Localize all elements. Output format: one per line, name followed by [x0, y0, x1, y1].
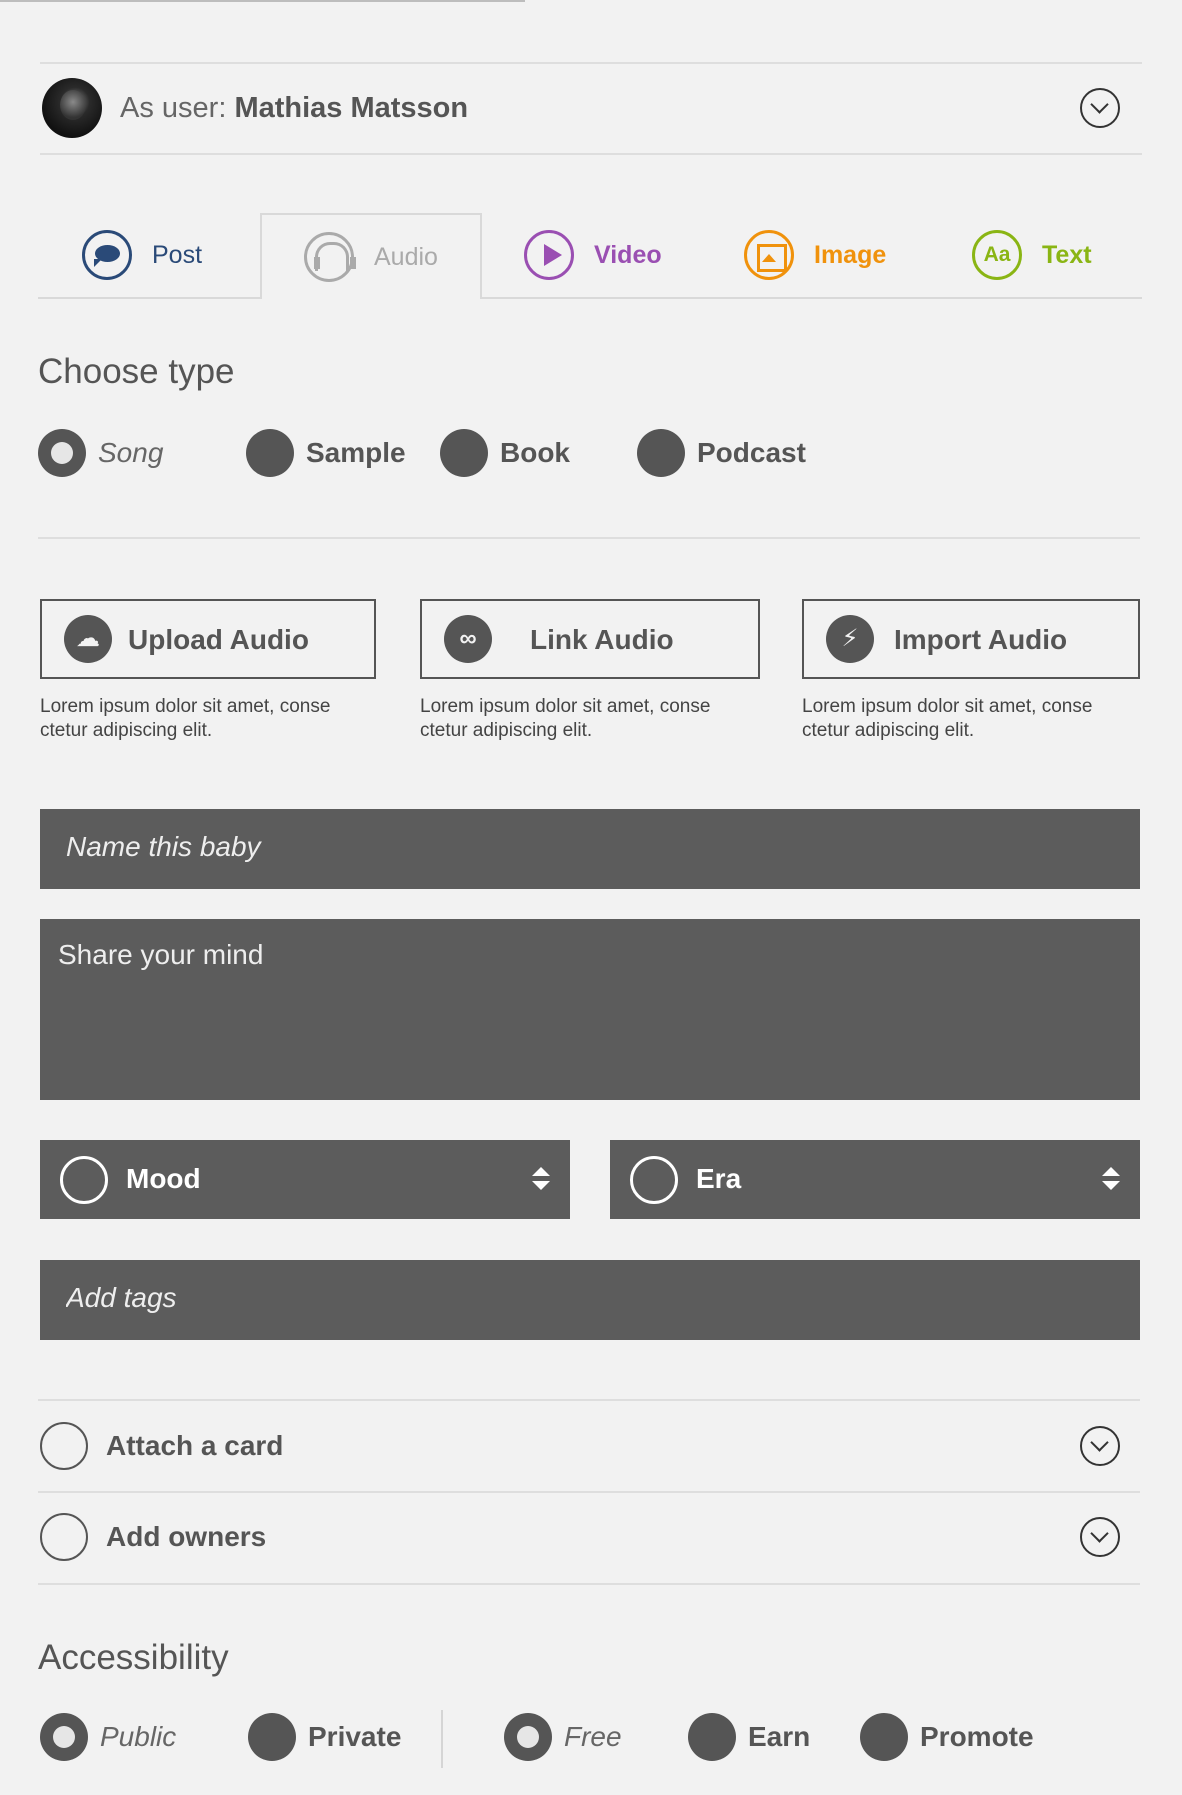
import-audio-label: Import Audio: [894, 624, 1068, 655]
users-icon: [40, 1513, 88, 1561]
divider: [38, 1583, 1140, 1585]
chat-bubble-icon: [82, 230, 132, 280]
name-field[interactable]: [40, 809, 1140, 889]
radio-promote[interactable]: Promote: [860, 1713, 1034, 1761]
tab-image[interactable]: Image: [744, 213, 886, 297]
chevron-down-icon[interactable]: [1080, 1426, 1120, 1466]
radio-dot: [860, 1713, 908, 1761]
headphones-icon: [304, 232, 356, 282]
add-owners-section[interactable]: Add owners: [40, 1491, 1142, 1581]
radio-label: Free: [564, 1721, 622, 1752]
radio-earn[interactable]: Earn: [688, 1713, 810, 1761]
radio-dot: [38, 429, 86, 477]
chevron-down-icon[interactable]: [1080, 88, 1120, 128]
sort-arrows-icon: [532, 1167, 550, 1193]
tab-post[interactable]: Post: [82, 213, 202, 297]
radio-sample[interactable]: Sample: [246, 429, 406, 477]
theater-masks-icon: [60, 1156, 108, 1204]
radio-label: Song: [98, 437, 164, 468]
plug-icon: ⚡: [826, 615, 874, 663]
share-mind-field[interactable]: [40, 919, 1140, 1100]
link-audio-description: Lorem ipsum dolor sit amet, conse ctetur…: [420, 696, 711, 741]
mood-label: Mood: [126, 1163, 201, 1194]
chevron-down-icon[interactable]: [1080, 1517, 1120, 1557]
radio-free[interactable]: Free: [504, 1713, 622, 1761]
link-audio-option: ∞ Link Audio Lorem ipsum dolor sit amet,…: [420, 599, 760, 743]
era-select[interactable]: Era: [610, 1140, 1140, 1219]
radio-label: Earn: [748, 1721, 811, 1752]
post-type-tabs: Post Audio Video Image Aa Text: [38, 213, 1142, 299]
radio-dot: [40, 1713, 88, 1761]
upload-audio-label: Upload Audio: [128, 624, 309, 655]
radio-dot: [248, 1713, 296, 1761]
name-input[interactable]: [66, 831, 1114, 863]
share-mind-textarea[interactable]: [58, 939, 1122, 1079]
tab-audio[interactable]: Audio: [260, 213, 482, 299]
top-progress-line: [0, 0, 525, 2]
accessibility-title: Accessibility: [38, 1638, 229, 1677]
radio-label: Book: [500, 437, 570, 468]
radio-dot: [440, 429, 488, 477]
user-label: As user: Mathias Matsson: [120, 92, 468, 125]
tab-label-image: Image: [814, 240, 887, 269]
link-audio-button[interactable]: ∞ Link Audio: [420, 599, 760, 679]
tab-label-audio: Audio: [374, 242, 438, 271]
radio-dot: [637, 429, 685, 477]
import-audio-description: Lorem ipsum dolor sit amet, conse ctetur…: [802, 696, 1093, 741]
link-icon: ∞: [444, 615, 492, 663]
user-selector[interactable]: As user: Mathias Matsson: [40, 62, 1142, 155]
radio-book[interactable]: Book: [440, 429, 570, 477]
clock-icon: [630, 1156, 678, 1204]
tab-label-post: Post: [152, 240, 203, 269]
radio-public[interactable]: Public: [40, 1713, 176, 1761]
radio-dot: [246, 429, 294, 477]
upload-audio-option: ☁ Upload Audio Lorem ipsum dolor sit ame…: [40, 599, 376, 743]
tags-input[interactable]: [66, 1282, 1114, 1314]
tab-text[interactable]: Aa Text: [972, 213, 1092, 297]
tab-video[interactable]: Video: [524, 213, 662, 297]
text-aa-icon: Aa: [972, 230, 1022, 280]
paperclip-icon: [40, 1422, 88, 1470]
mood-select[interactable]: Mood: [40, 1140, 570, 1219]
user-name: Mathias Matsson: [234, 92, 469, 124]
image-icon: [744, 230, 794, 280]
radio-label: Promote: [920, 1721, 1034, 1752]
radio-group-separator: [441, 1710, 443, 1768]
radio-song[interactable]: Song: [38, 429, 163, 477]
radio-private[interactable]: Private: [248, 1713, 401, 1761]
radio-dot: [504, 1713, 552, 1761]
import-audio-button[interactable]: ⚡ Import Audio: [802, 599, 1140, 679]
radio-label: Sample: [306, 437, 406, 468]
divider: [38, 537, 1140, 539]
radio-podcast[interactable]: Podcast: [637, 429, 806, 477]
import-audio-option: ⚡ Import Audio Lorem ipsum dolor sit ame…: [802, 599, 1140, 743]
tags-field[interactable]: [40, 1260, 1140, 1340]
avatar: [42, 78, 102, 138]
upload-audio-button[interactable]: ☁ Upload Audio: [40, 599, 376, 679]
link-audio-label: Link Audio: [530, 624, 674, 655]
upload-audio-description: Lorem ipsum dolor sit amet, conse ctetur…: [40, 696, 331, 741]
era-label: Era: [696, 1163, 742, 1194]
tab-label-text: Text: [1042, 240, 1092, 269]
sort-arrows-icon: [1102, 1167, 1120, 1193]
attach-card-label: Attach a card: [106, 1430, 284, 1461]
user-prefix: As user:: [120, 92, 235, 124]
radio-dot: [688, 1713, 736, 1761]
tab-label-video: Video: [594, 240, 662, 269]
add-owners-label: Add owners: [106, 1521, 267, 1552]
attach-card-section[interactable]: Attach a card: [40, 1400, 1142, 1490]
radio-label: Private: [308, 1721, 402, 1752]
play-icon: [524, 230, 574, 280]
radio-label: Public: [100, 1721, 177, 1752]
radio-label: Podcast: [697, 437, 806, 468]
cloud-upload-icon: ☁: [64, 615, 112, 663]
choose-type-title: Choose type: [38, 352, 235, 391]
